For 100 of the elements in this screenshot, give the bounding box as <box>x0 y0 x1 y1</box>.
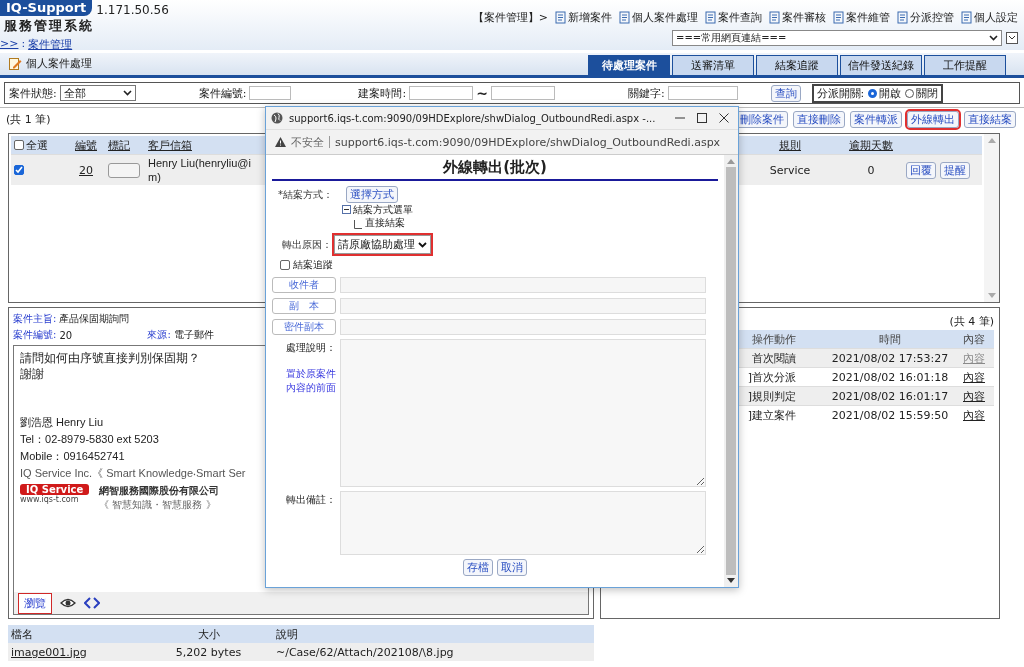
company-logo: IQ Service <box>20 484 90 495</box>
choose-method-button[interactable]: 選擇方式 <box>346 186 398 203</box>
document-icon <box>768 11 781 24</box>
tab[interactable]: 待處理案件 <box>588 55 670 75</box>
tab[interactable]: 信件發送紀錄 <box>840 55 922 75</box>
nav-link[interactable]: 個人設定 <box>960 10 1018 25</box>
tree-connector <box>354 220 362 230</box>
file-link[interactable]: image001.jpg <box>8 645 161 659</box>
row-checkbox[interactable] <box>14 165 24 175</box>
dialog-heading: 外線轉出(批次) <box>272 155 718 181</box>
search-button[interactable]: 查詢 <box>770 84 801 102</box>
column-header[interactable]: 逾期天數 <box>836 137 906 153</box>
filter-label: 建案時間: <box>358 85 407 101</box>
column-header[interactable]: 編號 <box>64 137 108 153</box>
chevron-down-icon <box>989 35 998 41</box>
end-date-field[interactable] <box>490 86 555 100</box>
column-header[interactable]: 規則 <box>744 137 836 153</box>
mark-field[interactable] <box>108 162 140 178</box>
nav-link[interactable]: 分派控管 <box>896 10 954 25</box>
filter-label: 案件狀態: <box>9 85 57 101</box>
action-cell-text: 首次分派 <box>752 369 797 385</box>
action-cell-text: 首次閱讀 <box>752 350 797 366</box>
record-count: (共 4 筆) <box>949 313 994 329</box>
tree-node[interactable]: 結案方式選單 <box>342 203 718 216</box>
case-number-link[interactable]: 20 <box>64 163 108 177</box>
document-icon <box>832 11 845 24</box>
column-header[interactable]: 標記 <box>108 137 148 153</box>
tab[interactable]: 結案追蹤 <box>756 55 838 75</box>
remark-textarea[interactable] <box>340 491 706 555</box>
radio-option[interactable]: 關閉 <box>905 85 939 101</box>
company-url: www.iqs-t.com <box>20 495 80 504</box>
maximize-icon[interactable] <box>696 112 708 124</box>
status-dropdown[interactable]: 全部 <box>59 85 136 101</box>
field-label: *結案方式： <box>277 187 334 202</box>
content-link[interactable]: 內容 <box>963 408 985 422</box>
start-date-field[interactable] <box>409 86 474 100</box>
recipient-field[interactable] <box>340 319 706 335</box>
page-title: 個人案件處理 <box>26 56 92 71</box>
scrollbar[interactable] <box>724 155 738 587</box>
row-action-button[interactable]: 提醒 <box>940 161 970 179</box>
tree-node[interactable]: 直接結案 <box>365 216 405 230</box>
action-button[interactable]: 直接刪除 <box>793 111 845 128</box>
nav-link[interactable]: 案件維管 <box>832 10 890 25</box>
filter-label: 關鍵字: <box>627 85 665 101</box>
code-icon[interactable] <box>84 597 100 609</box>
radio-option[interactable]: 開啟 <box>868 85 902 101</box>
tab[interactable]: 送審清單 <box>672 55 754 75</box>
chevron-down-icon <box>418 241 427 248</box>
recipient-button[interactable]: 收件者 <box>272 277 336 293</box>
case-number: 20 <box>59 329 74 341</box>
nav-link[interactable]: 個人案件處理 <box>618 10 698 25</box>
home-link[interactable]: >> <box>0 37 19 52</box>
keyword-field[interactable] <box>667 86 738 100</box>
column-header: 檔名 <box>10 626 34 642</box>
time-cell-text: 2021/08/02 16:01:17 <box>830 389 950 403</box>
action-button[interactable]: 刪除案件 <box>736 111 788 128</box>
nav-link[interactable]: 新增案件 <box>554 10 612 25</box>
dispatch-label: 分派開關: <box>816 85 865 101</box>
close-icon[interactable] <box>718 112 730 124</box>
warning-icon <box>275 137 286 147</box>
table-cell: ] <box>747 389 752 403</box>
browse-button[interactable]: 瀏覽 <box>18 592 52 614</box>
tab[interactable]: 工作提醒 <box>924 55 1006 75</box>
column-header: 大小 <box>196 626 221 642</box>
security-label: 不安全 <box>291 134 324 150</box>
field-label: 轉出備註： <box>286 493 336 507</box>
action-button[interactable]: 直接結案 <box>964 111 1016 128</box>
toggle-icon[interactable] <box>1006 32 1018 44</box>
row-action-button[interactable]: 回覆 <box>906 161 936 179</box>
nav-link[interactable]: 案件審核 <box>768 10 826 25</box>
dialog-button[interactable]: 存檔 <box>463 559 493 576</box>
follow-up-checkbox[interactable]: 結案追蹤 <box>280 258 718 272</box>
action-button[interactable]: 案件轉派 <box>850 111 902 128</box>
links-dropdown[interactable]: ===常用網頁連結=== <box>672 30 1002 46</box>
nav-link[interactable]: 案件查詢 <box>704 10 762 25</box>
recipient-button[interactable]: 副 本 <box>272 298 336 314</box>
chevron-down-icon <box>122 90 132 96</box>
collapse-icon[interactable] <box>342 205 351 214</box>
case-number-field[interactable] <box>249 86 292 100</box>
scrollbar[interactable] <box>984 134 999 302</box>
case-subject: 產品保固期詢問 <box>59 312 130 326</box>
up-arrow-icon[interactable] <box>987 138 996 143</box>
down-arrow-icon[interactable] <box>727 578 735 583</box>
content-link[interactable]: 內容 <box>963 370 985 384</box>
breadcrumb-link[interactable]: 案件管理 <box>28 37 73 52</box>
content-link[interactable]: 內容 <box>963 389 985 403</box>
dialog-button[interactable]: 取消 <box>497 559 527 576</box>
field-label: 轉出原因： <box>281 237 332 252</box>
column-header[interactable]: 客戶信箱 <box>148 138 192 152</box>
breadcrumb-separator: : <box>21 37 26 52</box>
document-icon <box>554 11 567 24</box>
eye-icon[interactable] <box>60 598 76 608</box>
up-arrow-icon[interactable] <box>727 159 735 164</box>
recipient-button[interactable]: 密件副本 <box>272 319 336 335</box>
recipient-field[interactable] <box>340 277 706 293</box>
action-button[interactable]: 外線轉出 <box>907 111 959 128</box>
reason-dropdown[interactable]: 請原廠協助處理 <box>334 235 431 254</box>
recipient-field[interactable] <box>340 298 706 314</box>
company-name: 網智服務國際股份有限公司 <box>99 484 220 498</box>
select-all-checkbox[interactable]: 全選 <box>11 137 64 153</box>
